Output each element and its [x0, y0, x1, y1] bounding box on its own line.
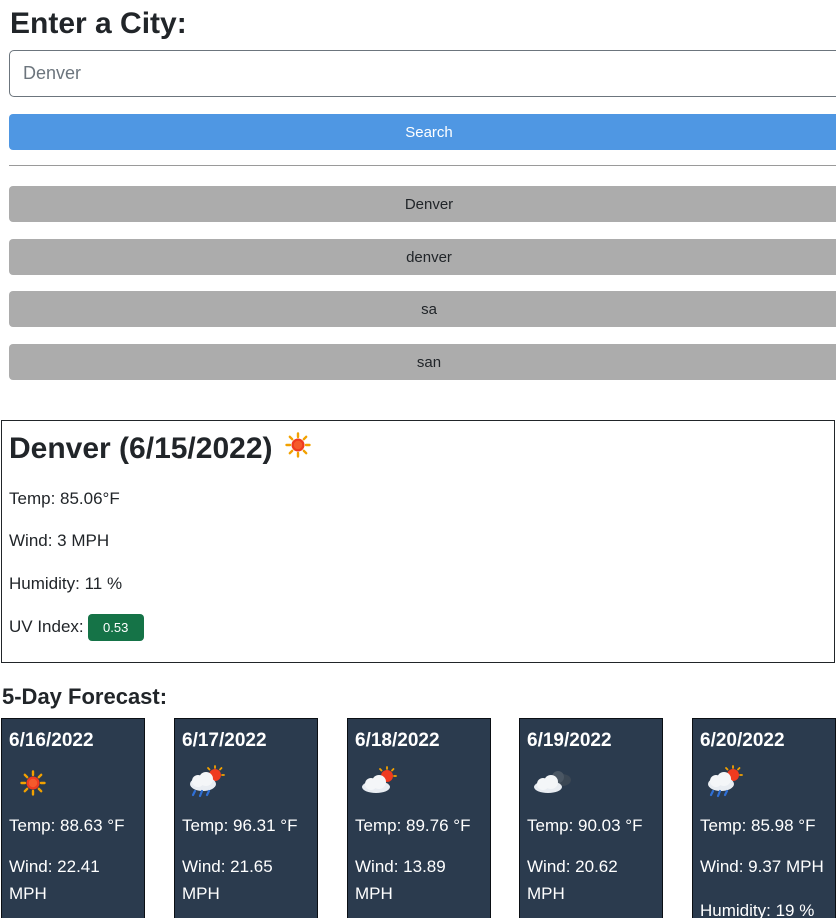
moon-cloud-icon	[530, 765, 572, 799]
uv-badge: 0.53	[87, 614, 144, 641]
forecast-card: 6/19/2022 Temp: 90.03 °F Wind: 20.62 MPH	[519, 718, 663, 918]
sun-rain-cloud-icon	[703, 765, 745, 799]
app: Enter a City: Search Denver denver sa sa…	[0, 0, 836, 918]
forecast-card: 6/18/2022 Temp: 89.76 °F Wind: 13.89 MPH	[347, 718, 491, 918]
forecast-wind: Wind: 21.65 MPH	[182, 857, 273, 903]
forecast-temp: Temp: 90.03 °F	[527, 816, 643, 835]
current-uv-row: UV Index: 0.53	[9, 614, 144, 641]
forecast-card: 6/16/2022 Temp: 88.63 °F Wind: 22.41 MPH	[1, 718, 145, 918]
history-button[interactable]: sa	[9, 291, 836, 327]
forecast-wind: Wind: 13.89 MPH	[355, 857, 446, 903]
current-wind: Wind: 3 MPH	[9, 531, 110, 550]
forecast-wind: Wind: 20.62 MPH	[527, 857, 618, 903]
sun-icon	[12, 765, 54, 799]
forecast-date: 6/20/2022	[700, 730, 785, 751]
forecast-temp: Temp: 89.76 °F	[355, 816, 471, 835]
current-humidity: Humidity: 11 %	[9, 574, 123, 593]
sun-icon	[284, 429, 311, 469]
current-heading: Denver (6/15/2022)	[9, 429, 311, 469]
current-temp: Temp: 85.06°F	[9, 489, 120, 508]
sun-cloud-icon	[358, 765, 400, 799]
history-button[interactable]: denver	[9, 239, 836, 275]
uv-label: UV Index:	[9, 616, 84, 636]
forecast-temp: Temp: 85.98 °F	[700, 816, 816, 835]
forecast-temp: Temp: 96.31 °F	[182, 816, 298, 835]
search-title: Enter a City:	[10, 7, 187, 40]
forecast-date: 6/17/2022	[182, 730, 267, 751]
current-city-date: Denver (6/15/2022)	[9, 432, 273, 465]
divider	[9, 165, 836, 166]
forecast-temp: Temp: 88.63 °F	[9, 816, 125, 835]
history-button[interactable]: san	[9, 344, 836, 380]
forecast-title: 5-Day Forecast:	[2, 684, 168, 709]
forecast-date: 6/18/2022	[355, 730, 440, 751]
city-input[interactable]	[9, 50, 836, 97]
search-button[interactable]: Search	[9, 114, 836, 150]
forecast-date: 6/19/2022	[527, 730, 612, 751]
history-button[interactable]: Denver	[9, 186, 836, 222]
forecast-card: 6/20/2022 Temp: 85.98 °F Wind: 9.37 MPH …	[692, 718, 836, 918]
forecast-date: 6/16/2022	[9, 730, 94, 751]
sun-rain-cloud-icon	[185, 765, 227, 799]
current-weather-panel: Denver (6/15/2022) Temp: 85.06°F Wind: 3…	[1, 420, 835, 663]
forecast-humidity: Humidity: 19 %	[700, 901, 815, 918]
forecast-card: 6/17/2022 Temp: 96.31 °F Wind: 21.65 MPH	[174, 718, 318, 918]
forecast-wind: Wind: 9.37 MPH	[700, 857, 824, 876]
forecast-wind: Wind: 22.41 MPH	[9, 857, 100, 903]
